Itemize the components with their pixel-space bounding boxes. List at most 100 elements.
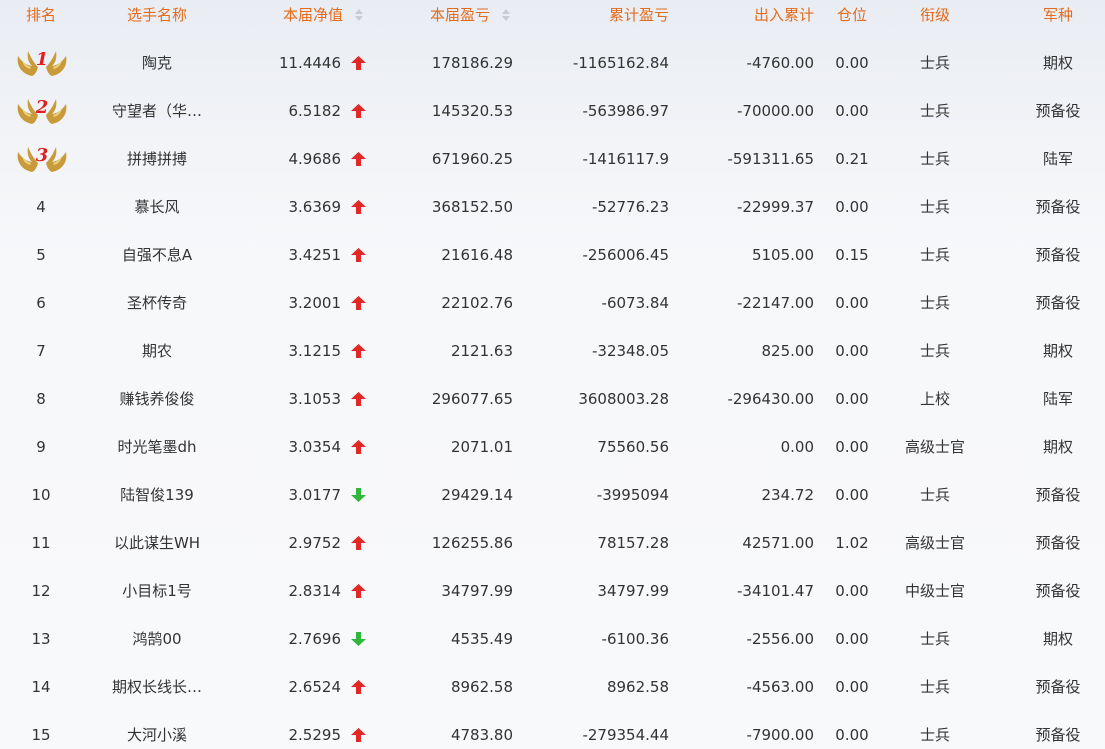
flow-value: 825.00 — [761, 342, 815, 360]
position-value: 0.00 — [835, 678, 869, 696]
branch-value: 预备役 — [1035, 294, 1081, 312]
cumulative-value: 34797.99 — [597, 582, 669, 600]
position-value: 0.00 — [835, 102, 869, 120]
table-row[interactable]: 5 5 自强不息A 3.4251 21616.48 -256006.45 510… — [0, 231, 1105, 279]
table-row[interactable]: 2 2 守望者（华… 6.5182 145320.53 -563986.97 -… — [0, 87, 1105, 135]
position-value: 0.00 — [835, 198, 869, 216]
nav-value: 4.9686 — [288, 150, 342, 168]
player-name[interactable]: 大河小溪 — [127, 726, 187, 744]
player-name[interactable]: 拼搏拼搏 — [127, 150, 187, 168]
arrow-up-icon — [351, 344, 366, 358]
table-row[interactable]: 7 7 期农 3.1215 2121.63 -32348.05 825.00 0… — [0, 327, 1105, 375]
branch-value: 期权 — [1042, 438, 1074, 456]
cumulative-value: -1416117.9 — [582, 150, 669, 168]
table-row[interactable]: 13 13 鸿鹄00 2.7696 4535.49 -6100.36 -2556… — [0, 615, 1105, 663]
medal-rank-number: 2 — [35, 97, 49, 118]
title-value: 士兵 — [919, 150, 951, 168]
player-name[interactable]: 陶克 — [142, 54, 172, 72]
player-name[interactable]: 慕长风 — [134, 198, 179, 216]
nav-value: 3.1215 — [288, 342, 342, 360]
rank-number: 14 — [31, 678, 51, 696]
nav-value: 3.1053 — [288, 390, 342, 408]
medal-rank-number: 3 — [35, 145, 49, 166]
table-row[interactable]: 8 8 赚钱养俊俊 3.1053 296077.65 3608003.28 -2… — [0, 375, 1105, 423]
player-name[interactable]: 小目标1号 — [122, 582, 192, 600]
player-name[interactable]: 鸿鹄00 — [132, 630, 181, 648]
table-row[interactable]: 6 6 圣杯传奇 3.2001 22102.76 -6073.84 -22147… — [0, 279, 1105, 327]
table-row[interactable]: 12 12 小目标1号 2.8314 34797.99 34797.99 -34… — [0, 567, 1105, 615]
player-name[interactable]: 时光笔墨dh — [117, 438, 196, 456]
cumulative-value: 3608003.28 — [578, 390, 669, 408]
title-value: 士兵 — [919, 54, 951, 72]
title-value: 高级士官 — [904, 438, 966, 456]
nav-value: 2.8314 — [288, 582, 342, 600]
position-value: 0.00 — [835, 294, 869, 312]
nav-value: 3.0354 — [288, 438, 342, 456]
title-value: 士兵 — [919, 246, 951, 264]
arrow-down-icon — [351, 488, 366, 502]
flow-value: -4760.00 — [746, 54, 814, 72]
table-row[interactable]: 11 11 以此谋生WH 2.9752 126255.86 78157.28 4… — [0, 519, 1105, 567]
sort-updown-icon[interactable] — [355, 9, 363, 21]
branch-value: 预备役 — [1035, 582, 1081, 600]
profit-value: 21616.48 — [441, 246, 513, 264]
cumulative-value: -6073.84 — [601, 294, 669, 312]
table-row[interactable]: 14 14 期权长线长… 2.6524 8962.58 8962.58 -456… — [0, 663, 1105, 711]
table-row[interactable]: 4 4 慕长风 3.6369 368152.50 -52776.23 -2299… — [0, 183, 1105, 231]
profit-value: 178186.29 — [431, 54, 513, 72]
table-header: 排名 选手名称 本届净值 本届盈亏 累计盈亏 出入累计 仓位 衔级 军种 — [0, 0, 1105, 30]
arrow-up-icon — [351, 56, 366, 70]
table-row[interactable]: 3 3 拼搏拼搏 4.9686 671960.25 -1416117.9 -59… — [0, 135, 1105, 183]
player-name[interactable]: 自强不息A — [122, 246, 192, 264]
header-flow: 出入累计 — [753, 6, 814, 24]
player-name[interactable]: 期农 — [142, 342, 172, 360]
nav-value: 3.2001 — [288, 294, 342, 312]
rank-number: 7 — [36, 342, 46, 360]
flow-value: -34101.47 — [737, 582, 814, 600]
profit-value: 296077.65 — [431, 390, 513, 408]
header-profit-sort[interactable]: 本届盈亏 — [430, 6, 510, 24]
nav-value: 3.6369 — [288, 198, 342, 216]
branch-value: 预备役 — [1035, 678, 1081, 696]
player-name[interactable]: 以此谋生WH — [114, 534, 200, 552]
position-value: 0.00 — [835, 342, 869, 360]
profit-value: 29429.14 — [441, 486, 513, 504]
title-value: 士兵 — [919, 198, 951, 216]
table-row[interactable]: 15 15 大河小溪 2.5295 4783.80 -279354.44 -79… — [0, 711, 1105, 749]
nav-value: 6.5182 — [288, 102, 342, 120]
branch-value: 陆军 — [1042, 150, 1074, 168]
position-value: 0.21 — [835, 150, 869, 168]
table-row[interactable]: 10 10 陆智俊139 3.0177 29429.14 -3995094 23… — [0, 471, 1105, 519]
player-name[interactable]: 圣杯传奇 — [127, 294, 187, 312]
branch-value: 期权 — [1042, 54, 1074, 72]
profit-value: 4783.80 — [450, 726, 513, 744]
branch-value: 陆军 — [1042, 390, 1074, 408]
cumulative-value: -279354.44 — [582, 726, 669, 744]
header-cumulative: 累计盈亏 — [608, 6, 669, 24]
cumulative-value: 8962.58 — [606, 678, 669, 696]
header-branch: 军种 — [1042, 6, 1074, 24]
player-name[interactable]: 守望者（华… — [112, 102, 202, 120]
profit-value: 126255.86 — [431, 534, 513, 552]
profit-value: 34797.99 — [441, 582, 513, 600]
table-row[interactable]: 9 9 时光笔墨dh 3.0354 2071.01 75560.56 0.00 … — [0, 423, 1105, 471]
rank-number: 13 — [31, 630, 51, 648]
title-value: 士兵 — [919, 486, 951, 504]
branch-value: 期权 — [1042, 630, 1074, 648]
cumulative-value: -1165162.84 — [572, 54, 669, 72]
player-name[interactable]: 赚钱养俊俊 — [119, 390, 194, 408]
branch-value: 预备役 — [1035, 102, 1081, 120]
player-name[interactable]: 陆智俊139 — [120, 486, 194, 504]
sort-updown-icon[interactable] — [502, 9, 510, 21]
title-value: 高级士官 — [904, 534, 966, 552]
position-value: 0.00 — [835, 390, 869, 408]
player-name[interactable]: 期权长线长… — [112, 678, 202, 696]
flow-value: -22147.00 — [737, 294, 814, 312]
arrow-up-icon — [351, 296, 366, 310]
title-value: 上校 — [919, 390, 951, 408]
nav-value: 3.0177 — [288, 486, 342, 504]
flow-value: -22999.37 — [737, 198, 814, 216]
arrow-down-icon — [351, 632, 366, 646]
header-nav-sort[interactable]: 本届净值 — [283, 6, 363, 24]
table-row[interactable]: 1 1 陶克 11.4446 178186.29 -1165162.84 -47… — [0, 39, 1105, 87]
